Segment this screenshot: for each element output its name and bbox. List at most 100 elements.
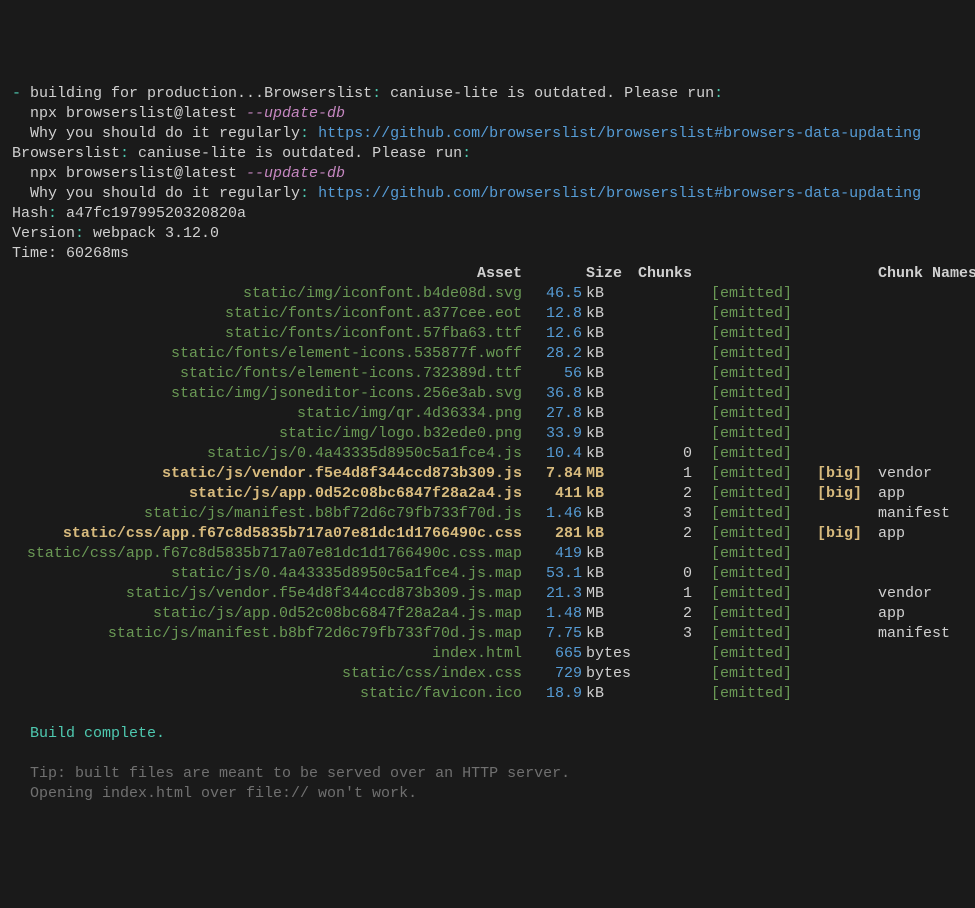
asset-unit: kB [582, 624, 632, 644]
asset-unit: kB [582, 344, 632, 364]
table-row: index.html665bytes[emitted] [12, 644, 963, 664]
asset-name: static/img/jsoneditor-icons.256e3ab.svg [12, 384, 522, 404]
colon: : [372, 85, 381, 102]
asset-size: 7.84 [522, 464, 582, 484]
chunk-name: app [862, 604, 952, 624]
table-row: static/js/app.0d52c08bc6847f28a2a4.js.ma… [12, 604, 963, 624]
asset-unit: kB [582, 424, 632, 444]
asset-name: static/fonts/iconfont.57fba63.ttf [12, 324, 522, 344]
npx-cmd: npx browserslist@latest [12, 105, 246, 122]
chunk-name: manifest [862, 624, 952, 644]
asset-chunk: 3 [632, 504, 692, 524]
asset-chunk: 1 [632, 584, 692, 604]
browserslist-url[interactable]: https://github.com/browserslist/browsers… [318, 125, 921, 142]
asset-unit: kB [582, 324, 632, 344]
building-msg: building for production... [21, 85, 264, 102]
table-row: static/js/manifest.b8bf72d6c79fb733f70d.… [12, 504, 963, 524]
colon: : [714, 85, 723, 102]
emitted-tag: [emitted] [692, 644, 792, 664]
asset-name: static/img/qr.4d36334.png [12, 404, 522, 424]
tip-2: Opening index.html over file:// won't wo… [12, 785, 417, 802]
chunk-name: manifest [862, 504, 952, 524]
asset-name: static/js/vendor.f5e4d8f344ccd873b309.js [12, 464, 522, 484]
asset-name: static/js/app.0d52c08bc6847f28a2a4.js [12, 484, 522, 504]
asset-unit: kB [582, 304, 632, 324]
big-tag: [big] [792, 524, 862, 544]
asset-unit: MB [582, 584, 632, 604]
chunk-name: app [862, 484, 952, 504]
table-row: static/js/app.0d52c08bc6847f28a2a4.js411… [12, 484, 963, 504]
header-size: Size [582, 264, 632, 284]
asset-size: 665 [522, 644, 582, 664]
colon: : [462, 145, 471, 162]
why-msg: Why you should do it regularly [12, 185, 300, 202]
npx-cmd: npx browserslist@latest [12, 165, 246, 182]
browserslist-url[interactable]: https://github.com/browserslist/browsers… [318, 185, 921, 202]
table-row: static/img/logo.b32ede0.png33.9kB[emitte… [12, 424, 963, 444]
asset-chunk: 1 [632, 464, 692, 484]
line-tip1: Tip: built files are meant to be served … [12, 764, 963, 784]
asset-size: 281 [522, 524, 582, 544]
asset-size: 411 [522, 484, 582, 504]
build-complete: Build complete. [12, 725, 165, 742]
asset-unit: kB [582, 564, 632, 584]
table-row: static/css/app.f67c8d5835b717a07e81dc1d1… [12, 544, 963, 564]
chunk-name: vendor [862, 584, 952, 604]
emitted-tag: [emitted] [692, 304, 792, 324]
blank-line [12, 744, 963, 764]
asset-size: 28.2 [522, 344, 582, 364]
emitted-tag: [emitted] [692, 444, 792, 464]
line-tip2: Opening index.html over file:// won't wo… [12, 784, 963, 804]
emitted-tag: [emitted] [692, 504, 792, 524]
asset-unit: kB [582, 404, 632, 424]
colon: : [48, 205, 57, 222]
line-complete: Build complete. [12, 724, 963, 744]
asset-name: static/css/index.css [12, 664, 522, 684]
update-db-flag: --update-db [246, 105, 345, 122]
table-row: static/js/0.4a43335d8950c5a1fce4.js10.4k… [12, 444, 963, 464]
asset-name: static/img/iconfont.b4de08d.svg [12, 284, 522, 304]
time-value: Time: 60268ms [12, 245, 129, 262]
table-row: static/js/vendor.f5e4d8f344ccd873b309.js… [12, 464, 963, 484]
asset-unit: kB [582, 384, 632, 404]
emitted-tag: [emitted] [692, 284, 792, 304]
asset-unit: kB [582, 524, 632, 544]
line-hash: Hash: a47fc19799520320820a [12, 204, 963, 224]
version-value: webpack 3.12.0 [84, 225, 219, 242]
table-row: static/fonts/iconfont.57fba63.ttf12.6kB[… [12, 324, 963, 344]
table-row: static/css/index.css729bytes[emitted] [12, 664, 963, 684]
asset-chunk: 2 [632, 604, 692, 624]
asset-unit: kB [582, 364, 632, 384]
asset-unit: bytes [582, 664, 632, 684]
asset-name: static/css/app.f67c8d5835b717a07e81dc1d1… [12, 524, 522, 544]
terminal-output: - building for production...Browserslist… [12, 84, 963, 804]
emitted-tag: [emitted] [692, 344, 792, 364]
table-row: static/fonts/iconfont.a377cee.eot12.8kB[… [12, 304, 963, 324]
table-row: static/js/0.4a43335d8950c5a1fce4.js.map5… [12, 564, 963, 584]
table-row: static/fonts/element-icons.535877f.woff2… [12, 344, 963, 364]
emitted-tag: [emitted] [692, 584, 792, 604]
asset-unit: kB [582, 484, 632, 504]
outdated-msg: caniuse-lite is outdated. Please run [381, 85, 714, 102]
asset-name: static/js/app.0d52c08bc6847f28a2a4.js.ma… [12, 604, 522, 624]
asset-size: 12.8 [522, 304, 582, 324]
line-browserslist2: Browserslist: caniuse-lite is outdated. … [12, 144, 963, 164]
emitted-tag: [emitted] [692, 524, 792, 544]
outdated-msg: caniuse-lite is outdated. Please run [129, 145, 462, 162]
browserslist-label: Browserslist [264, 85, 372, 102]
version-label: Version [12, 225, 75, 242]
table-row: static/img/iconfont.b4de08d.svg46.5kB[em… [12, 284, 963, 304]
asset-name: static/js/0.4a43335d8950c5a1fce4.js [12, 444, 522, 464]
table-row: static/img/jsoneditor-icons.256e3ab.svg3… [12, 384, 963, 404]
line-npx2: npx browserslist@latest --update-db [12, 164, 963, 184]
header-chunk-names: Chunk Names [862, 264, 952, 284]
big-tag: [big] [792, 484, 862, 504]
line-building: - building for production...Browserslist… [12, 84, 963, 104]
chunk-name: vendor [862, 464, 952, 484]
emitted-tag: [emitted] [692, 604, 792, 624]
table-row: static/css/app.f67c8d5835b717a07e81dc1d1… [12, 524, 963, 544]
line-time: Time: 60268ms [12, 244, 963, 264]
asset-name: static/js/0.4a43335d8950c5a1fce4.js.map [12, 564, 522, 584]
asset-unit: kB [582, 284, 632, 304]
asset-name: static/fonts/element-icons.535877f.woff [12, 344, 522, 364]
